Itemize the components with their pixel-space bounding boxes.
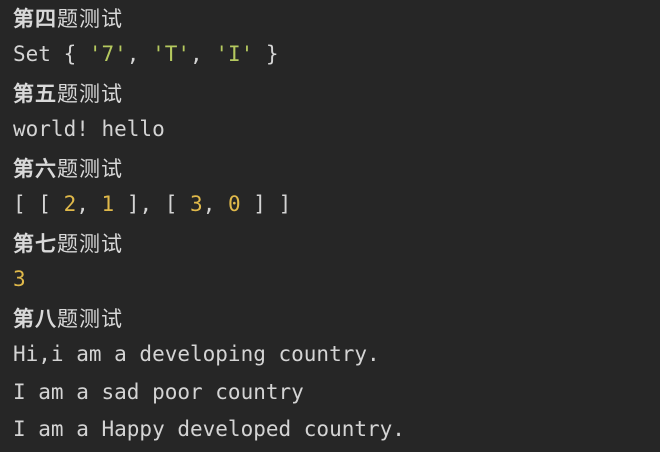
array-punct: ], [ — [114, 192, 191, 216]
section-heading-4: 第四题测试 — [13, 0, 123, 38]
text-output-line: I am a Happy developed country. — [13, 417, 405, 441]
text-output-line: Hi,i am a developing country. — [13, 342, 380, 366]
heading-prefix: 第八 — [13, 307, 57, 331]
array-punct: , — [76, 192, 102, 216]
section-heading-6: 第六题测试 — [13, 150, 123, 188]
heading-prefix: 第六 — [13, 157, 57, 181]
array-number: 2 — [63, 192, 77, 216]
set-close: } — [253, 42, 279, 66]
text-output-line: I am a sad poor country — [13, 380, 304, 404]
set-item: 'T' — [152, 42, 191, 66]
array-number: 0 — [228, 192, 241, 216]
heading-prefix: 第七 — [13, 232, 57, 256]
array-number: 3 — [190, 192, 203, 216]
console-output: 第四题测试 Set { '7', 'T', 'I' } 第五题测试 world!… — [0, 0, 660, 452]
heading-prefix: 第五 — [13, 82, 57, 106]
set-output-line: Set { '7', 'T', 'I' } — [13, 35, 279, 73]
section-heading-7: 第七题测试 — [13, 225, 123, 263]
number-output-line: 3 — [13, 267, 26, 291]
array-punct: [ [ — [13, 192, 64, 216]
heading-suffix: 题测试 — [57, 232, 123, 256]
heading-suffix: 题测试 — [57, 157, 123, 181]
heading-suffix: 题测试 — [57, 307, 123, 331]
set-open: Set { — [13, 42, 89, 66]
heading-suffix: 题测试 — [57, 7, 123, 31]
set-sep: , — [126, 42, 153, 66]
section-heading-8: 第八题测试 — [13, 300, 123, 338]
array-punct: ] ] — [240, 192, 292, 216]
section-heading-5: 第五题测试 — [13, 75, 123, 113]
heading-prefix: 第四 — [13, 7, 57, 31]
array-punct: , — [202, 192, 228, 216]
array-output-line: [ [ 2, 1 ], [ 3, 0 ] ] — [13, 185, 291, 223]
string-output-line: world! hello — [13, 117, 165, 141]
array-number: 1 — [101, 192, 115, 216]
set-item: 'I' — [215, 42, 254, 66]
heading-suffix: 题测试 — [57, 82, 123, 106]
set-item: '7' — [88, 42, 127, 66]
set-sep: , — [190, 42, 216, 66]
